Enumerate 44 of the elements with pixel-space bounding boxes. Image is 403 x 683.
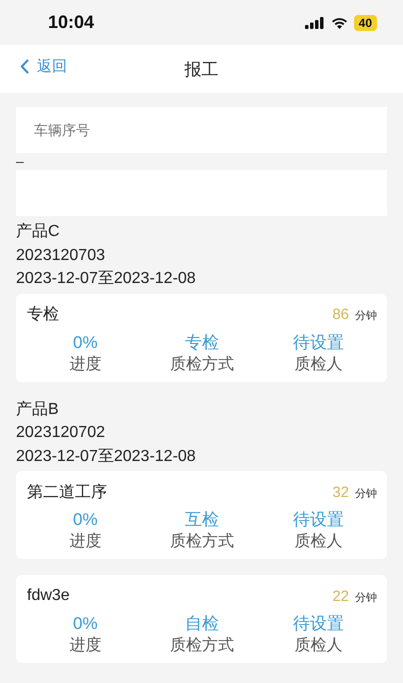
stat-label: 进度 [69, 354, 102, 374]
task-card[interactable]: 第二道工序 32 分钟 0% 进度 互检 质检方式 待设置 质检人 [16, 471, 387, 559]
product-code: 2023120703 [16, 246, 106, 266]
stat-label: 质检人 [294, 636, 343, 656]
status-time: 10:04 [48, 12, 94, 33]
minutes-value: 86 [332, 306, 349, 323]
minutes-unit: 分钟 [355, 590, 377, 604]
signal-icon [304, 16, 325, 28]
product-name: 产品B [16, 400, 60, 420]
task-title: 第二道工序 [27, 482, 107, 502]
separator-text: – [16, 153, 25, 170]
task-card[interactable]: 专检 86 分钟 0% 进度 专检 质检方式 待设置 质检人 [16, 294, 387, 382]
wifi-icon [330, 16, 348, 28]
stat-label: 质检方式 [170, 354, 234, 374]
stat-value: 待设置 [293, 509, 344, 531]
stat-label: 质检方式 [170, 636, 234, 656]
stat-value: 互检 [184, 509, 219, 531]
task-title: 专检 [27, 304, 59, 325]
stat-label: 质检人 [294, 354, 343, 374]
minutes-unit: 分钟 [355, 309, 377, 323]
product-code: 2023120702 [16, 423, 106, 443]
stat-label: 进度 [69, 532, 102, 552]
task-title: fdw3e [27, 587, 70, 605]
chevron-left-icon [20, 59, 29, 74]
stat-value: 0% [73, 613, 98, 635]
stat-value: 待设置 [293, 332, 344, 354]
battery-indicator: 40 [354, 14, 377, 30]
minutes-unit: 分钟 [355, 486, 377, 500]
stat-label: 质检方式 [170, 532, 234, 552]
input-field[interactable]: 车辆序号 [16, 107, 387, 153]
stat-label: 质检人 [294, 532, 343, 552]
page-title: 报工 [184, 58, 218, 80]
date-range: 2023-12-07至2023-12-08 [16, 269, 197, 289]
task-card[interactable]: fdw3e 22 分钟 0% 进度 自检 质检方式 待设置 质检人 [16, 575, 387, 663]
date-range: 2023-12-07至2023-12-08 [16, 446, 197, 466]
stat-value: 自检 [184, 613, 219, 635]
stat-value: 待设置 [293, 613, 344, 635]
product-name: 产品C [16, 222, 61, 242]
minutes-value: 22 [332, 588, 349, 604]
minutes-value: 32 [332, 484, 349, 500]
stat-value: 0% [73, 332, 98, 354]
stat-value: 0% [73, 509, 98, 531]
stat-label: 进度 [69, 636, 102, 656]
stat-value: 专检 [184, 332, 219, 354]
